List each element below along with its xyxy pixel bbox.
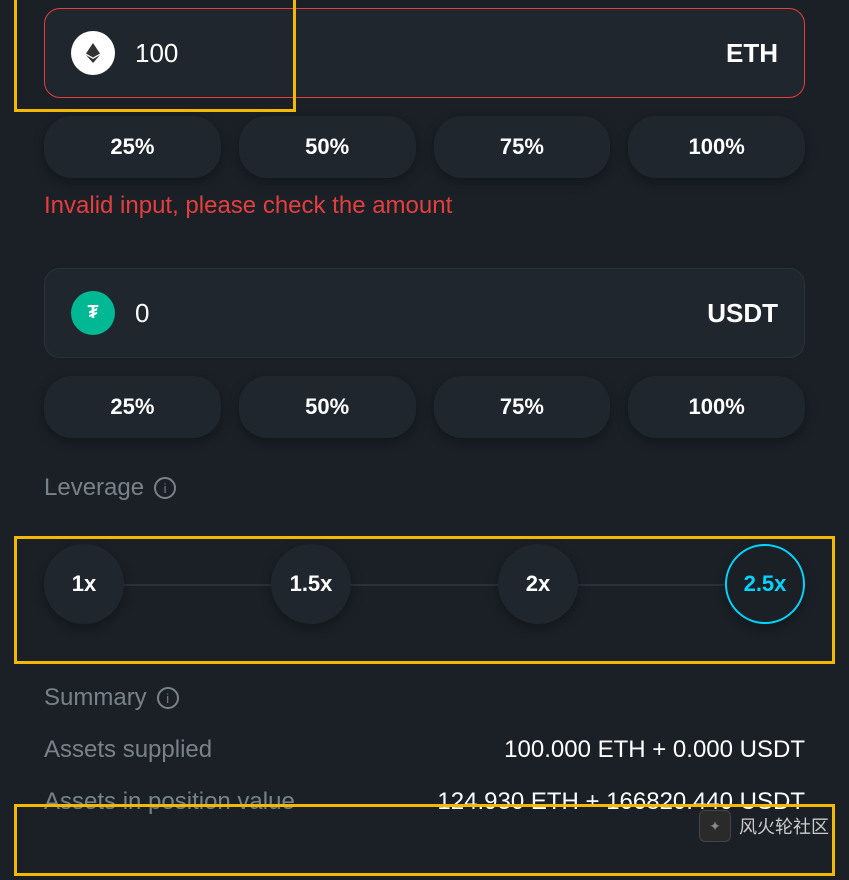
pct-50-button[interactable]: 50% (239, 116, 416, 178)
usdt-symbol: USDT (707, 298, 778, 329)
leverage-1x-button[interactable]: 1x (44, 544, 124, 624)
pct-100-button-2[interactable]: 100% (628, 376, 805, 438)
leverage-2-5x-button[interactable]: 2.5x (725, 544, 805, 624)
info-icon[interactable]: i (157, 687, 179, 709)
summary-label: Summary i (44, 684, 805, 712)
error-message: Invalid input, please check the amount (44, 192, 805, 220)
eth-percent-row: 25% 50% 75% 100% (44, 116, 805, 178)
usdt-input-box[interactable]: ₮ 0 USDT (44, 268, 805, 358)
summary-label-text: Summary (44, 684, 147, 712)
pct-75-button-2[interactable]: 75% (434, 376, 611, 438)
pct-75-button[interactable]: 75% (434, 116, 611, 178)
eth-input-value: 100 (135, 38, 178, 69)
usdt-percent-row: 25% 50% 75% 100% (44, 376, 805, 438)
usdt-input-value: 0 (135, 298, 149, 329)
ethereum-icon (71, 31, 115, 75)
leverage-1-5x-button[interactable]: 1.5x (271, 544, 351, 624)
pct-25-button[interactable]: 25% (44, 116, 221, 178)
leverage-selector: 1x 1.5x 2x 2.5x (44, 520, 805, 648)
assets-in-position-label: Assets in position value (44, 788, 295, 816)
watermark-text: 风火轮社区 (739, 813, 829, 839)
svg-text:₮: ₮ (88, 302, 99, 322)
watermark: ✦ 风火轮社区 (699, 810, 829, 842)
leverage-label: Leverage i (44, 474, 805, 502)
assets-supplied-row: Assets supplied 100.000 ETH + 0.000 USDT (44, 736, 805, 764)
eth-symbol: ETH (726, 38, 778, 69)
assets-supplied-label: Assets supplied (44, 736, 212, 764)
assets-supplied-value: 100.000 ETH + 0.000 USDT (504, 736, 805, 764)
leverage-label-text: Leverage (44, 474, 144, 502)
leverage-line (84, 584, 765, 586)
usdt-input-left: ₮ 0 (71, 291, 149, 335)
info-icon[interactable]: i (154, 477, 176, 499)
pct-25-button-2[interactable]: 25% (44, 376, 221, 438)
eth-input-box[interactable]: 100 ETH (44, 8, 805, 98)
assets-in-position-row: Assets in position value 124.930 ETH + 1… (44, 788, 805, 816)
wechat-icon: ✦ (699, 810, 731, 842)
leverage-2x-button[interactable]: 2x (498, 544, 578, 624)
usdt-icon: ₮ (71, 291, 115, 335)
pct-50-button-2[interactable]: 50% (239, 376, 416, 438)
eth-input-left: 100 (71, 31, 178, 75)
pct-100-button[interactable]: 100% (628, 116, 805, 178)
